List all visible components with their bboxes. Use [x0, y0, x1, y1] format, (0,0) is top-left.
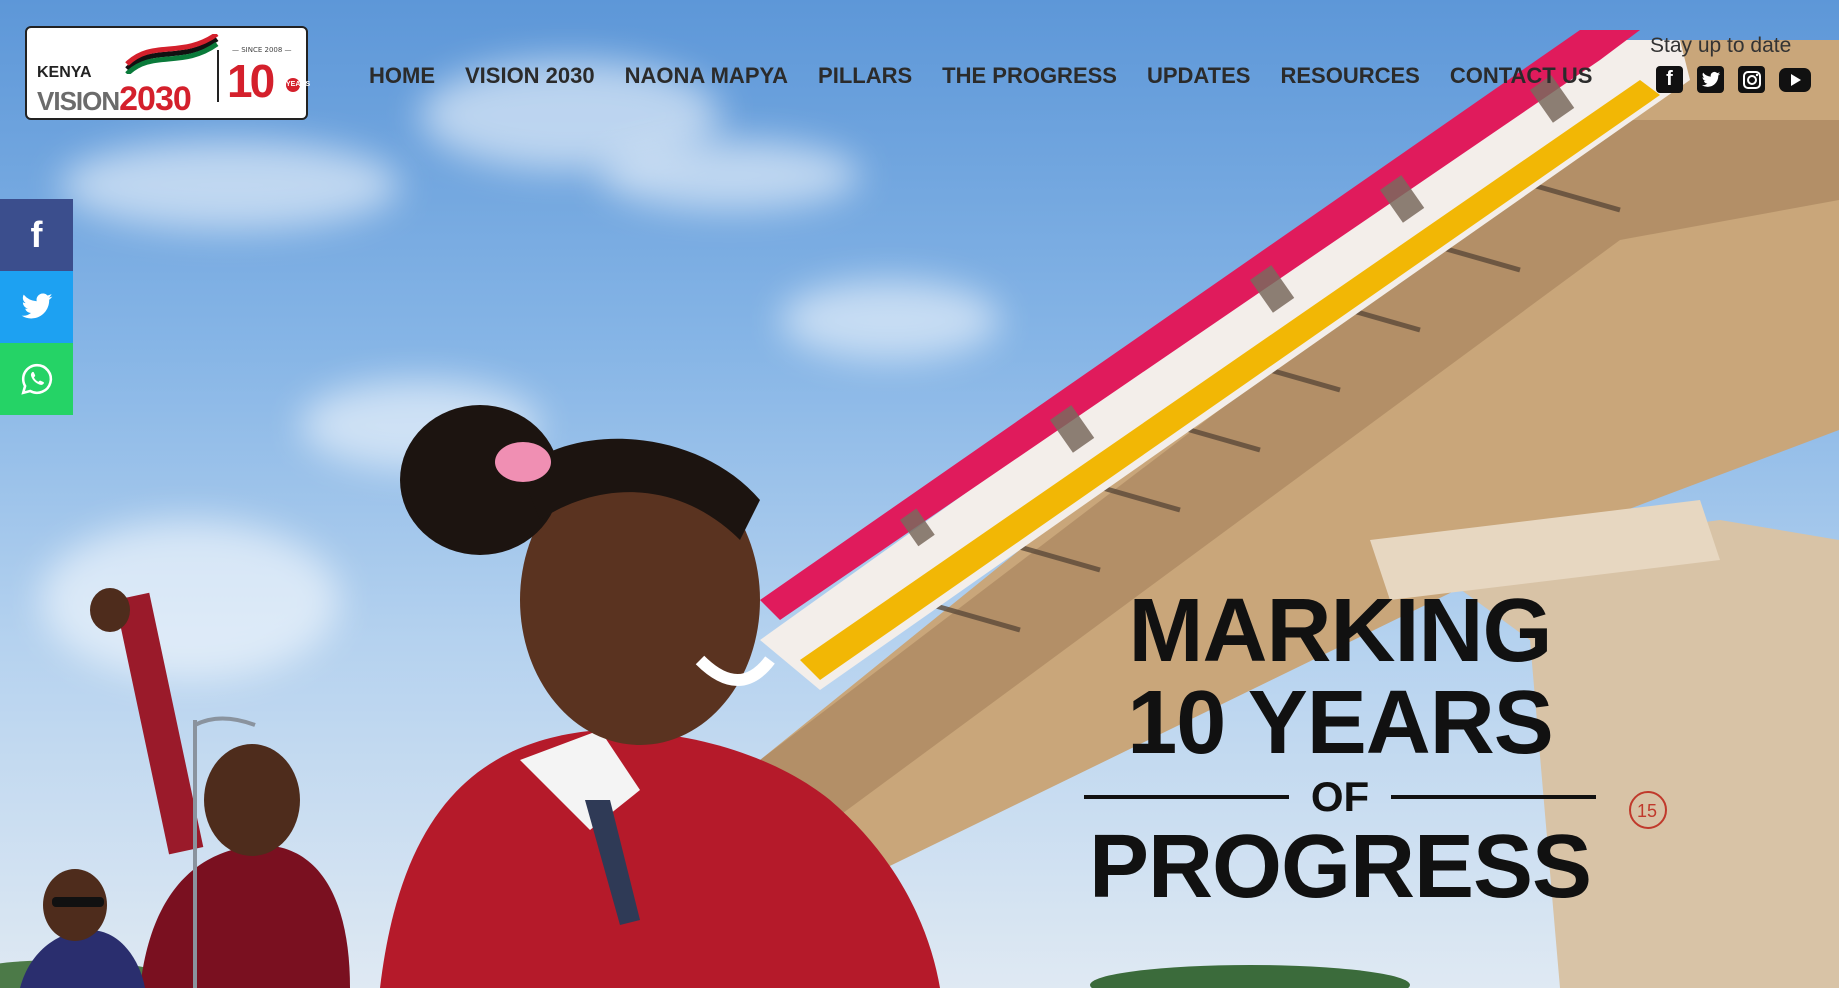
headline-rule-right: [1391, 795, 1597, 799]
headline-line-3: PROGRESS: [1088, 817, 1592, 917]
main-nav: HOME VISION 2030 NAONA MAPYA PILLARS THE…: [369, 63, 1622, 89]
nav-updates[interactable]: UPDATES: [1147, 63, 1251, 89]
street-lamp-arm: [194, 716, 256, 727]
stay-up-to-date-label: Stay up to date: [1650, 34, 1792, 57]
hero-headline: MARKING 10 YEARS OF PROGRESS: [1060, 585, 1620, 913]
facebook-icon: f: [30, 214, 43, 255]
kenya-vision-2030-logo[interactable]: KENYA VISION2030 — SINCE 2008 — 10 YEARS: [25, 26, 310, 120]
share-facebook-button[interactable]: f: [0, 199, 73, 271]
headline-line-1: MARKING: [1128, 581, 1553, 681]
nav-resources[interactable]: RESOURCES: [1280, 63, 1419, 89]
headline-of: OF: [1310, 773, 1370, 820]
boy-fist: [90, 588, 130, 632]
logo-vision-text: VISION2030: [37, 80, 192, 119]
trees: [1090, 965, 1410, 988]
logo-year: 2030: [119, 80, 192, 118]
nav-pillars[interactable]: PILLARS: [818, 63, 912, 89]
headline-line-2: 10 YEARS: [1127, 673, 1554, 773]
facebook-icon[interactable]: f: [1656, 66, 1683, 93]
nav-vision-2030[interactable]: VISION 2030: [465, 63, 595, 89]
logo-divider: [217, 50, 219, 102]
twitter-icon: [21, 293, 52, 319]
whatsapp-icon: [20, 363, 52, 395]
share-twitter-button[interactable]: [0, 271, 73, 343]
headline-rule-left: [1083, 795, 1289, 799]
nav-contact-us[interactable]: CONTACT US: [1450, 63, 1593, 89]
youtube-icon[interactable]: [1779, 68, 1811, 92]
small-boy-sunglasses: [52, 897, 104, 907]
logo-since-text: — SINCE 2008 —: [232, 46, 292, 54]
boy-face: [204, 744, 300, 856]
boy-raised-arm: [114, 592, 204, 855]
flag-swoosh-icon: [125, 34, 219, 74]
twitter-icon[interactable]: [1697, 66, 1724, 93]
instagram-icon[interactable]: [1738, 66, 1765, 93]
share-whatsapp-button[interactable]: [0, 343, 73, 415]
nav-naona-mapya[interactable]: NAONA MAPYA: [625, 63, 788, 89]
nav-home[interactable]: HOME: [369, 63, 435, 89]
logo-vision-word: VISION: [37, 86, 120, 116]
headline-of-row: OF: [1060, 775, 1620, 819]
pillar-number: 15: [1637, 801, 1657, 821]
logo-years-badge: YEARS: [286, 78, 310, 92]
boy-sweater: [140, 845, 350, 988]
girl-hair-tie: [495, 442, 551, 482]
nav-the-progress[interactable]: THE PROGRESS: [942, 63, 1117, 89]
social-links: f: [1656, 66, 1811, 93]
logo-ten-years: 10: [227, 55, 275, 107]
